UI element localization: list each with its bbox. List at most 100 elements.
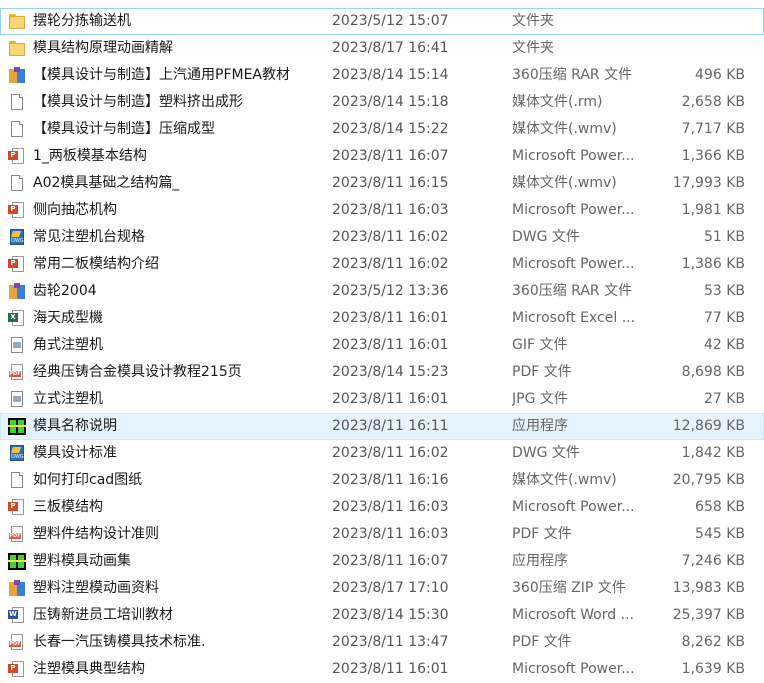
file-name[interactable]: A02模具基础之结构篇_ xyxy=(33,170,323,197)
file-date-modified: 2023/8/11 16:11 xyxy=(332,418,449,434)
file-row[interactable]: 立式注塑机 2023/8/11 16:01 JPG 文件 27 KB xyxy=(0,386,764,413)
file-type: Microsoft Power... xyxy=(512,661,635,677)
file-row[interactable]: 模具名称说明 2023/8/11 16:11 应用程序 12,869 KB xyxy=(0,413,764,440)
file-size: 8,262 KB xyxy=(681,634,745,650)
file-row[interactable]: A02模具基础之结构篇_ 2023/8/11 16:15 媒体文件(.wmv) 17,… xyxy=(0,170,764,197)
file-size: 1,639 KB xyxy=(681,661,745,677)
jpg-image-icon xyxy=(8,391,26,408)
pdf-icon: PDF xyxy=(8,634,26,651)
file-row[interactable]: 塑料注塑模动画资料 2023/8/17 17:10 360压缩 ZIP 文件 13,9… xyxy=(0,575,764,602)
file-name[interactable]: 模具名称说明 xyxy=(33,413,323,440)
file-size: 496 KB xyxy=(695,67,745,83)
application-icon xyxy=(8,553,26,570)
application-icon xyxy=(8,418,26,435)
file-row[interactable]: X 海天成型機 2023/8/11 16:01 Microsoft Excel ...… xyxy=(0,305,764,332)
file-name[interactable]: 经典压铸合金模具设计教程215页 xyxy=(33,359,323,386)
file-name[interactable]: 【模具设计与制造】上汽通用PFMEA教材 xyxy=(33,62,323,89)
powerpoint-icon: P xyxy=(8,202,26,219)
file-size: 1,386 KB xyxy=(681,256,745,272)
file-type: Microsoft Power... xyxy=(512,256,635,272)
file-name[interactable]: 塑料模具动画集 xyxy=(33,548,323,575)
file-size: 51 KB xyxy=(703,229,745,245)
file-size: 13,983 KB xyxy=(672,580,745,596)
file-size: 2,658 KB xyxy=(681,94,745,110)
file-type: 应用程序 xyxy=(512,418,568,434)
file-name[interactable]: 海天成型機 xyxy=(33,305,323,332)
file-row[interactable]: DWG 常见注塑机台规格 2023/8/11 16:02 DWG 文件 51 KB xyxy=(0,224,764,251)
file-date-modified: 2023/8/17 17:10 xyxy=(332,580,449,596)
file-size: 1,842 KB xyxy=(681,445,745,461)
file-name[interactable]: 立式注塑机 xyxy=(33,386,323,413)
file-date-modified: 2023/8/11 16:01 xyxy=(332,337,449,353)
file-name[interactable]: 【模具设计与制造】压缩成型 xyxy=(33,116,323,143)
powerpoint-icon: P xyxy=(8,661,26,678)
file-name[interactable]: 齿轮2004 xyxy=(33,278,323,305)
file-row[interactable]: P 注塑模具典型结构 2023/8/11 16:01 Microsoft Power.… xyxy=(0,656,764,683)
rar-archive-icon xyxy=(8,67,26,84)
file-row[interactable]: 【模具设计与制造】塑料挤出成形 2023/8/14 15:18 媒体文件(.rm) 2… xyxy=(0,89,764,116)
file-row[interactable]: P 常用二板模结构介绍 2023/8/11 16:02 Microsoft Power… xyxy=(0,251,764,278)
file-date-modified: 2023/8/17 16:41 xyxy=(332,40,449,56)
file-type: 文件夹 xyxy=(512,13,554,29)
file-name[interactable]: 三板模结构 xyxy=(33,494,323,521)
file-row[interactable]: 角式注塑机 2023/8/11 16:01 GIF 文件 42 KB xyxy=(0,332,764,359)
file-date-modified: 2023/8/11 16:07 xyxy=(332,553,449,569)
file-row[interactable]: PDF 长春一汽压铸模具技术标准. 2023/8/11 13:47 PDF 文件 8,2… xyxy=(0,629,764,656)
media-file-icon xyxy=(8,472,26,489)
pdf-icon: PDF xyxy=(8,364,26,381)
file-name[interactable]: 角式注塑机 xyxy=(33,332,323,359)
file-name[interactable]: 长春一汽压铸模具技术标准. xyxy=(33,629,323,656)
gif-image-icon xyxy=(8,337,26,354)
file-type: 媒体文件(.wmv) xyxy=(512,175,617,191)
file-row[interactable]: 塑料模具动画集 2023/8/11 16:07 应用程序 7,246 KB xyxy=(0,548,764,575)
powerpoint-icon: P xyxy=(8,148,26,165)
file-name[interactable]: 【模具设计与制造】塑料挤出成形 xyxy=(33,89,323,116)
file-type: 360压缩 ZIP 文件 xyxy=(512,580,626,596)
file-date-modified: 2023/5/12 15:07 xyxy=(332,13,449,29)
file-row[interactable]: 模具结构原理动画精解 2023/8/17 16:41 文件夹 xyxy=(0,35,764,62)
file-row[interactable]: DWG 模具设计标准 2023/8/11 16:02 DWG 文件 1,842 KB xyxy=(0,440,764,467)
file-name[interactable]: 塑料件结构设计准则 xyxy=(33,521,323,548)
file-row[interactable]: P 侧向抽芯机构 2023/8/11 16:03 Microsoft Power...… xyxy=(0,197,764,224)
file-type: 媒体文件(.wmv) xyxy=(512,121,617,137)
zip-archive-icon xyxy=(8,580,26,597)
file-row[interactable]: 摆轮分拣输送机 2023/5/12 15:07 文件夹 xyxy=(0,8,764,35)
file-date-modified: 2023/8/14 15:30 xyxy=(332,607,449,623)
file-type: GIF 文件 xyxy=(512,337,568,353)
file-name[interactable]: 塑料注塑模动画资料 xyxy=(33,575,323,602)
file-name[interactable]: 模具结构原理动画精解 xyxy=(33,35,323,62)
file-type: JPG 文件 xyxy=(512,391,568,407)
file-type: Microsoft Power... xyxy=(512,202,635,218)
file-type: PDF 文件 xyxy=(512,526,572,542)
file-name[interactable]: 常用二板模结构介绍 xyxy=(33,251,323,278)
file-size: 1,981 KB xyxy=(681,202,745,218)
file-row[interactable]: PDF 经典压铸合金模具设计教程215页 2023/8/14 15:23 PDF 文件… xyxy=(0,359,764,386)
file-row[interactable]: 齿轮2004 2023/5/12 13:36 360压缩 RAR 文件 53 KB xyxy=(0,278,764,305)
excel-icon: X xyxy=(8,310,26,327)
file-name[interactable]: 模具设计标准 xyxy=(33,440,323,467)
file-name[interactable]: 常见注塑机台规格 xyxy=(33,224,323,251)
file-row[interactable]: P 三板模结构 2023/8/11 16:03 Microsoft Power... 6… xyxy=(0,494,764,521)
file-row[interactable]: 如何打印cad图纸 2023/8/11 16:16 媒体文件(.wmv) 20,795… xyxy=(0,467,764,494)
file-row[interactable]: P 1_两板模基本结构 2023/8/11 16:07 Microsoft Power… xyxy=(0,143,764,170)
file-name[interactable]: 1_两板模基本结构 xyxy=(33,143,323,170)
file-name[interactable]: 侧向抽芯机构 xyxy=(33,197,323,224)
file-row[interactable]: 【模具设计与制造】压缩成型 2023/8/14 15:22 媒体文件(.wmv) 7,… xyxy=(0,116,764,143)
file-type: PDF 文件 xyxy=(512,634,572,650)
file-date-modified: 2023/8/14 15:14 xyxy=(332,67,449,83)
file-type: Microsoft Word ... xyxy=(512,607,634,623)
file-date-modified: 2023/8/11 16:02 xyxy=(332,256,449,272)
file-date-modified: 2023/8/11 16:02 xyxy=(332,445,449,461)
file-name[interactable]: 注塑模具典型结构 xyxy=(33,656,323,683)
file-size: 17,993 KB xyxy=(672,175,745,191)
file-row[interactable]: PDF 塑料件结构设计准则 2023/8/11 16:03 PDF 文件 545 KB xyxy=(0,521,764,548)
file-size: 8,698 KB xyxy=(681,364,745,380)
file-type: PDF 文件 xyxy=(512,364,572,380)
file-name[interactable]: 摆轮分拣输送机 xyxy=(33,8,323,35)
file-row[interactable]: W 压铸新进员工培训教材 2023/8/14 15:30 Microsoft Word… xyxy=(0,602,764,629)
file-name[interactable]: 压铸新进员工培训教材 xyxy=(33,602,323,629)
file-type: 360压缩 RAR 文件 xyxy=(512,283,633,299)
file-name[interactable]: 如何打印cad图纸 xyxy=(33,467,323,494)
file-size: 42 KB xyxy=(703,337,745,353)
file-row[interactable]: 【模具设计与制造】上汽通用PFMEA教材 2023/8/14 15:14 360压缩… xyxy=(0,62,764,89)
